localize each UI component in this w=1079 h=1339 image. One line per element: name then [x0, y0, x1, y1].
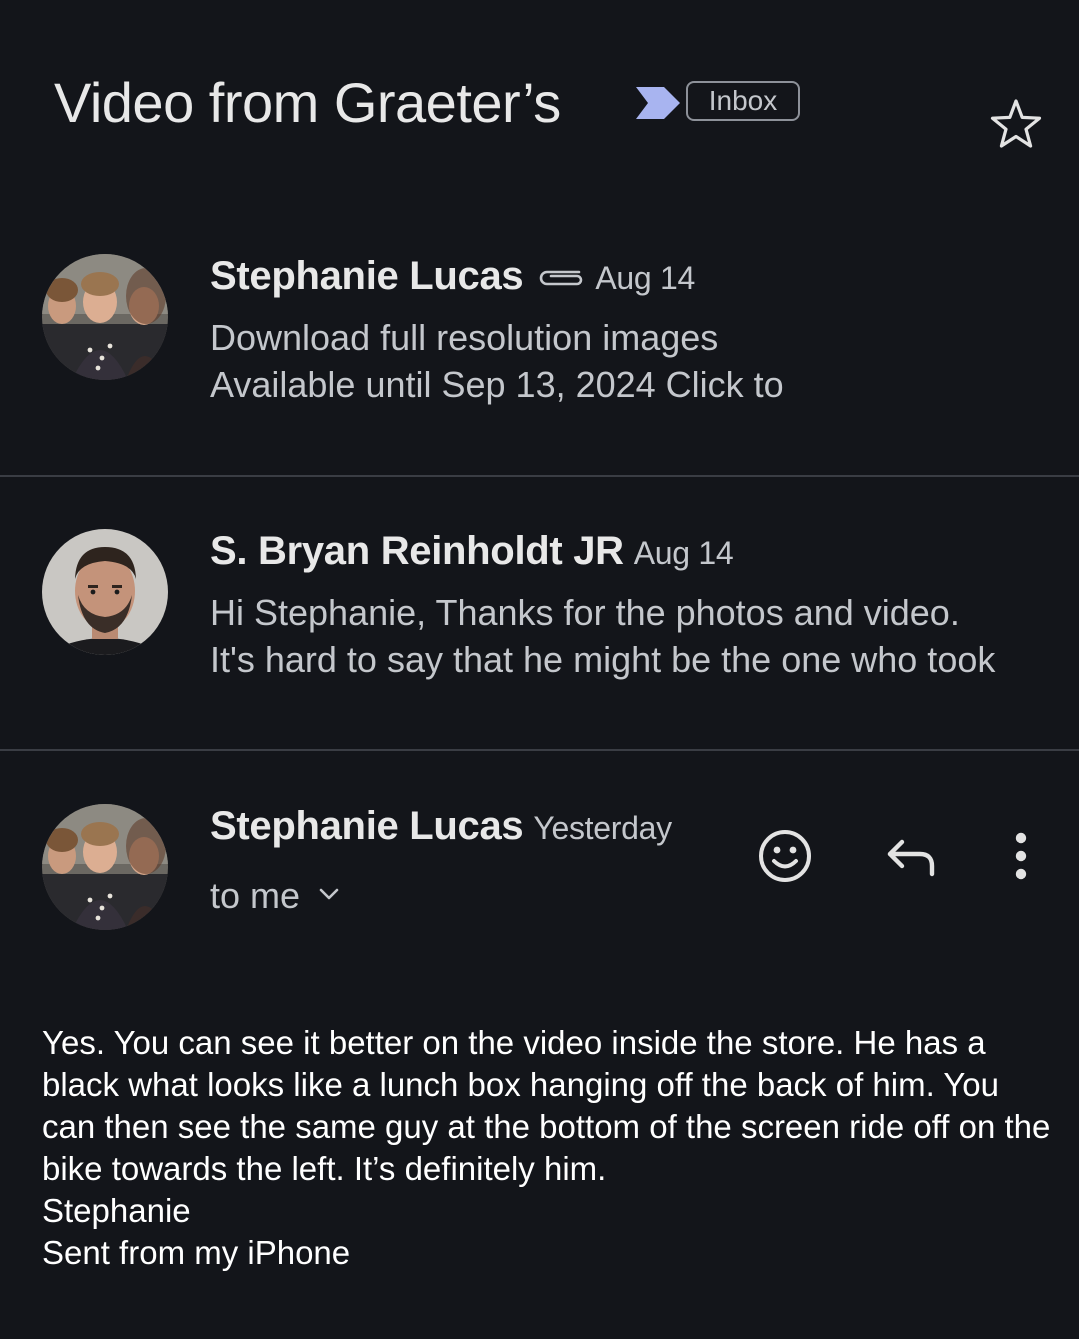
more-vert-icon[interactable]: [991, 826, 1051, 886]
chevron-down-icon: [319, 889, 339, 900]
sender-name: Stephanie Lucas Aug 14: [210, 254, 695, 299]
body-paragraph: Yes. You can see it better on the video …: [42, 1024, 1051, 1187]
star-outline-icon[interactable]: [988, 96, 1044, 152]
message-date: Aug 14: [595, 260, 695, 296]
emoji-smile-icon[interactable]: [755, 826, 815, 886]
email-subject: Video from Graeter’s: [54, 71, 561, 134]
importance-marker-icon[interactable]: [634, 85, 682, 121]
avatar[interactable]: [42, 804, 168, 930]
sender-name-text: Stephanie Lucas: [210, 254, 524, 298]
reply-icon[interactable]: [882, 826, 942, 886]
sender-name: S. Bryan Reinholdt JR Aug 14: [210, 529, 734, 574]
paperclip-icon: [540, 271, 583, 286]
signature-name: Stephanie: [42, 1192, 191, 1229]
avatar[interactable]: [42, 254, 168, 380]
snippet-line: It's hard to say that he might be the on…: [210, 639, 996, 680]
avatar[interactable]: [42, 529, 168, 655]
sender-name-text: S. Bryan Reinholdt JR: [210, 529, 624, 573]
message-snippet: Download full resolution images Availabl…: [210, 314, 784, 408]
divider: [0, 475, 1079, 477]
email-header: Video from Graeter’s Inbox: [0, 0, 1079, 180]
inbox-label-chip[interactable]: Inbox: [686, 81, 800, 121]
recipient-text: to me: [210, 875, 301, 916]
snippet-line: Download full resolution images: [210, 317, 719, 358]
sender-name: Stephanie Lucas Yesterday: [210, 804, 672, 849]
sent-from-line: Sent from my iPhone: [42, 1234, 351, 1271]
divider: [0, 749, 1079, 751]
recipient-details-toggle[interactable]: to me: [210, 874, 340, 918]
snippet-line: Available until Sep 13, 2024 Click to: [210, 364, 784, 405]
sender-name-text: Stephanie Lucas: [210, 804, 524, 848]
snippet-line: Hi Stephanie, Thanks for the photos and …: [210, 592, 960, 633]
message-snippet: Hi Stephanie, Thanks for the photos and …: [210, 589, 995, 683]
message-date: Yesterday: [533, 810, 672, 846]
message-date: Aug 14: [633, 535, 734, 571]
message-body: Yes. You can see it better on the video …: [42, 1022, 1052, 1274]
